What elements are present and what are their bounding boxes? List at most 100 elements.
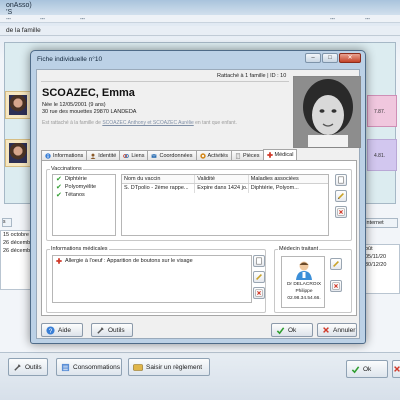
list-icon <box>61 363 70 371</box>
close-button[interactable]: ✕ <box>339 53 361 63</box>
add-vaccine-button[interactable] <box>335 174 347 186</box>
child-portrait-image <box>294 77 360 147</box>
attach-info: Rattaché à 1 famille | ID : 10 <box>217 73 287 79</box>
family-link[interactable]: SCOAZEC Anthony et SCOAZEC Aurélie <box>102 120 193 126</box>
minimize-button[interactable]: – <box>305 53 321 63</box>
column-header[interactable]: Maladies associées <box>249 175 328 183</box>
outils-button[interactable]: Outils <box>8 358 48 376</box>
dialog-title: Fiche individuelle n°10 <box>37 56 103 63</box>
check-icon: ✔ <box>56 183 62 191</box>
list-header: oût <box>365 246 373 252</box>
delete-icon <box>255 289 263 297</box>
table-cell: Diphtérie, Polyom... <box>250 185 299 191</box>
add-info-button[interactable] <box>253 255 265 267</box>
column-header[interactable]: Validité <box>195 175 249 183</box>
doctor-group: Médecin traitant Dr DELACROIX Philippe 0… <box>274 246 352 313</box>
edit-doctor-button[interactable] <box>330 258 342 270</box>
svg-text:?: ? <box>49 327 53 334</box>
tools-icon <box>97 326 104 334</box>
column-header[interactable]: Nom du vaccin <box>122 175 196 183</box>
table-cell: S. DTpolio - 2ème rappe... <box>122 184 196 193</box>
tab-coordonnees[interactable]: Coordonnées <box>147 150 197 160</box>
edit-icon <box>333 261 339 267</box>
consommations-button[interactable]: Consommations <box>56 358 122 376</box>
tab-bar: Informations Identité Liens Coordonnées … <box>41 149 357 160</box>
vaccinated-diseases-list: ✔ Diphtérie ✔ Polyomyélite ✔ Tétanos <box>52 174 116 236</box>
check-icon: ✔ <box>56 191 62 199</box>
main-ok-button[interactable]: Ok <box>346 360 388 378</box>
header-divider <box>41 81 289 82</box>
edit-vaccine-button[interactable] <box>335 190 347 202</box>
dialog-body: Rattaché à 1 famille | ID : 10 SCOAZEC, … <box>36 69 361 339</box>
table-cell: Expire dans 1424 jo... <box>197 184 249 193</box>
medical-info-list: Allergie à l'oeuf : Apparition de bouton… <box>52 255 252 303</box>
person-card[interactable]: 4.81. <box>367 139 397 171</box>
subbar-label: de la famille <box>6 27 41 34</box>
medical-info-group: Informations médicales Allergie à l'oeuf… <box>46 246 266 313</box>
delete-icon <box>332 282 340 290</box>
person-photo <box>9 95 27 115</box>
edit-icon <box>337 193 344 200</box>
list-item[interactable]: Allergie à l'oeuf : Apparition de bouton… <box>53 256 251 266</box>
medical-icon <box>266 152 273 158</box>
tab-identite[interactable]: Identité <box>86 150 121 160</box>
edit-icon <box>256 274 262 280</box>
links-icon <box>123 153 130 158</box>
delete-vaccine-button[interactable] <box>335 206 347 218</box>
edit-info-button[interactable] <box>253 271 265 283</box>
vaccinations-group: Vaccinations ✔ Diphtérie ✔ Polyomyélite ✔ T… <box>46 166 352 241</box>
list-item[interactable]: ✔ Tétanos <box>53 191 115 199</box>
medical-icon <box>56 258 62 264</box>
main-tab-internet[interactable]: Internet <box>362 218 398 228</box>
tab-medical[interactable]: Médical <box>262 149 298 160</box>
tab-informations[interactable]: Informations <box>41 150 88 160</box>
person-card[interactable]: 7.87. <box>367 95 397 127</box>
table-row[interactable]: S. DTpolio - 2ème rappe... Expire dans 1… <box>122 184 328 193</box>
saisir-reglement-button[interactable]: Saisir un règlement <box>128 358 210 376</box>
payment-icon <box>133 363 143 371</box>
check-icon: ✔ <box>56 175 62 183</box>
doctor-card[interactable]: Dr DELACROIX Philippe 02.98.34.54.66. <box>281 256 325 308</box>
person-card-number: 4.81. <box>374 153 386 159</box>
list-item[interactable]: 30/12/20 <box>363 261 399 269</box>
ok-button[interactable]: Ok <box>271 323 313 337</box>
list-item[interactable]: ✔ Diphtérie <box>53 175 115 183</box>
delete-icon <box>337 208 345 216</box>
tab-pieces[interactable]: Pièces <box>230 150 264 160</box>
person-photo[interactable] <box>293 76 361 148</box>
info-icon <box>45 152 51 159</box>
window-controls: – □ ✕ <box>305 53 361 63</box>
list-item[interactable]: 05/11/20 <box>363 253 399 261</box>
tab-liens[interactable]: Liens <box>119 150 149 160</box>
main-subbar: de la famille <box>0 26 400 36</box>
medical-tab-pane: Vaccinations ✔ Diphtérie ✔ Polyomyélite ✔ T… <box>41 160 357 316</box>
aide-button[interactable]: ? Aide <box>41 323 83 337</box>
doctor-first-name: Philippe <box>295 289 313 294</box>
birth-date: Née le 12/05/2001 (9 ans) <box>42 102 106 108</box>
person-name: SCOAZEC, Emma <box>42 87 135 99</box>
check-icon <box>276 326 285 334</box>
remove-doctor-button[interactable] <box>330 280 342 292</box>
add-document-icon <box>256 257 262 265</box>
identity-icon <box>90 153 96 159</box>
main-cancel-button[interactable] <box>392 360 400 378</box>
add-document-icon <box>338 176 344 184</box>
documents-icon <box>235 152 241 159</box>
doctor-title: Dr DELACROIX <box>286 282 322 287</box>
person-photo <box>9 143 27 163</box>
list-item[interactable]: ✔ Polyomyélite <box>53 183 115 191</box>
table-header: Nom du vaccin Validité Maladies associée… <box>122 175 328 184</box>
delete-info-button[interactable] <box>253 287 265 299</box>
close-icon <box>323 327 329 333</box>
main-tab-left[interactable]: s <box>2 218 12 227</box>
check-icon <box>351 365 360 373</box>
tab-activites[interactable]: Activités <box>195 150 232 160</box>
doctor-label: Médecin traitant <box>278 246 320 252</box>
annuler-button[interactable]: Annuler <box>317 323 357 337</box>
outils-dialog-button[interactable]: Outils <box>91 323 133 337</box>
main-menu-bar: ▪▪▪ ▪▪▪ ▪▪▪ ▪▪▪ ▪▪▪ <box>0 15 400 23</box>
doctor-phone: 02.98.34.54.66. <box>287 296 321 301</box>
tools-icon <box>14 363 21 371</box>
help-icon: ? <box>46 325 55 334</box>
maximize-button[interactable]: □ <box>322 53 338 63</box>
